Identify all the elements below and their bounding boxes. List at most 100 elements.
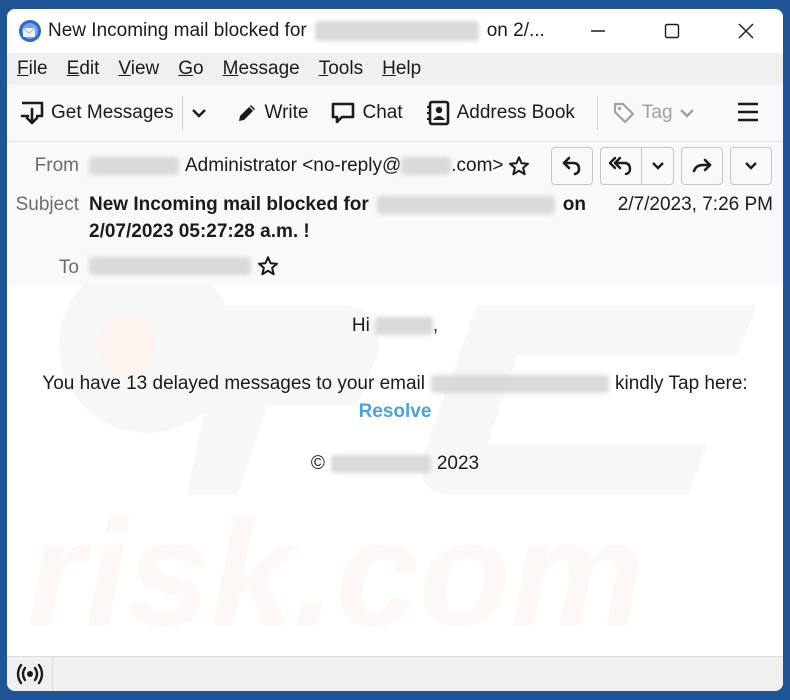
- menu-file-accel: F: [17, 58, 29, 79]
- chat-label: Chat: [362, 102, 403, 123]
- tag-button[interactable]: Tag: [612, 101, 701, 125]
- link-row: Resolve: [7, 395, 783, 423]
- copyright-symbol: ©: [310, 453, 325, 474]
- tag-label: Tag: [641, 102, 673, 123]
- redacted-recipient-email[interactable]: [89, 257, 251, 275]
- redacted-email: [314, 21, 479, 41]
- menu-message-accel: M: [222, 58, 239, 79]
- chevron-down-icon: [651, 162, 664, 170]
- menu-help[interactable]: Help: [382, 58, 421, 80]
- reply-button[interactable]: [551, 147, 593, 185]
- menu-message[interactable]: Message: [223, 58, 300, 80]
- menu-edit[interactable]: Edit: [67, 58, 100, 80]
- redacted-sender-name: [89, 157, 179, 175]
- title-suffix: on 2/...: [486, 20, 545, 41]
- from-label: From: [34, 155, 79, 176]
- menu-view-accel: V: [118, 58, 131, 79]
- address-book-label: Address Book: [456, 102, 575, 123]
- get-messages-button[interactable]: Get Messages: [19, 100, 174, 126]
- menu-message-label: essage: [238, 58, 300, 79]
- more-actions-button[interactable]: [730, 147, 772, 185]
- menu-go[interactable]: Go: [178, 58, 203, 80]
- app-menu-button[interactable]: [737, 102, 759, 128]
- watermark-text: risk.com: [27, 489, 644, 657]
- thunderbird-app-icon: [19, 20, 41, 42]
- message-header: From Administrator <no-reply@ .com> Subj…: [7, 142, 783, 287]
- get-messages-label: Get Messages: [51, 102, 174, 123]
- redacted-sender-domain: [401, 157, 452, 175]
- subject-line2: 2/07/2023 05:27:28 a.m. !: [89, 221, 310, 242]
- window-controls: [561, 9, 783, 53]
- menu-view[interactable]: View: [118, 58, 159, 80]
- resolve-link[interactable]: Resolve: [359, 401, 432, 422]
- menu-edit-label: dit: [79, 58, 100, 79]
- reply-all-dropdown[interactable]: [641, 148, 673, 184]
- toolbar-divider: [181, 96, 183, 130]
- copyright-year: 2023: [436, 453, 480, 474]
- menu-tools[interactable]: Tools: [319, 58, 363, 80]
- menu-help-accel: H: [382, 58, 396, 79]
- tag-icon: [613, 102, 635, 124]
- write-button[interactable]: Write: [235, 101, 309, 125]
- thunderbird-window: New Incoming mail blocked for on 2/... F…: [7, 9, 783, 691]
- greeting: Hi ,: [7, 285, 783, 337]
- menu-edit-accel: E: [66, 58, 80, 79]
- chevron-down-icon: [745, 162, 757, 170]
- minimize-button[interactable]: [561, 9, 635, 53]
- message-action-buttons: [544, 147, 772, 185]
- online-broadcast-icon: [16, 663, 43, 685]
- redacted-username: [374, 317, 433, 335]
- greeting-text: Hi: [351, 315, 370, 336]
- redacted-email-address: [430, 375, 609, 393]
- star-icon[interactable]: [508, 155, 530, 177]
- address-book-icon: [426, 100, 449, 126]
- message-body: risk.com Hi , You have 13 delayed messag…: [7, 285, 783, 657]
- menu-go-label: o: [193, 58, 204, 79]
- message-text-prefix: You have 13 delayed messages to your ema…: [42, 373, 425, 394]
- get-messages-dropdown[interactable]: [191, 105, 213, 121]
- menu-tools-label: ools: [328, 58, 364, 79]
- subject-value: New Incoming mail blocked for on 2/07/20…: [89, 191, 586, 245]
- title-prefix: New Incoming mail blocked for: [48, 20, 307, 41]
- write-label: Write: [264, 102, 309, 123]
- reply-all-icon: [608, 156, 632, 176]
- close-button[interactable]: [709, 9, 783, 53]
- status-bar: [7, 656, 783, 691]
- reply-all-button[interactable]: [600, 147, 674, 185]
- main-toolbar: Get Messages Write Chat Address Book Tag: [7, 85, 783, 142]
- message-text-suffix: kindly Tap here:: [614, 373, 748, 394]
- menu-file[interactable]: File: [17, 58, 48, 80]
- forward-button[interactable]: [681, 147, 723, 185]
- redacted-domain: [330, 455, 431, 473]
- menu-view-label: iew: [130, 58, 160, 79]
- menu-tools-accel: T: [318, 58, 329, 79]
- minimize-icon: [591, 30, 605, 32]
- reply-all-main[interactable]: [601, 148, 641, 184]
- subject-line1-prefix: New Incoming mail blocked for: [89, 194, 369, 215]
- chat-bubble-icon: [332, 102, 355, 124]
- menu-go-accel: G: [178, 58, 194, 79]
- to-label: To: [58, 257, 79, 278]
- redacted-recipient: [376, 195, 555, 214]
- email-content: Hi , You have 13 delayed messages to you…: [7, 285, 783, 475]
- star-icon[interactable]: [257, 255, 279, 277]
- subject-label: Subject: [15, 194, 79, 215]
- menu-file-label: ile: [28, 58, 48, 79]
- from-domain: .com>: [451, 155, 504, 176]
- toolbar-divider: [596, 96, 598, 130]
- maximize-icon: [664, 23, 680, 39]
- maximize-button[interactable]: [635, 9, 709, 53]
- from-name[interactable]: Administrator <no-reply@: [185, 155, 401, 177]
- subject-line1-suffix: on: [562, 194, 586, 215]
- address-book-button[interactable]: Address Book: [425, 100, 575, 126]
- message-date: 2/7/2023, 7:26 PM: [617, 194, 773, 215]
- download-inbox-icon: [20, 101, 44, 125]
- chevron-down-icon: [679, 109, 694, 118]
- online-status-button[interactable]: [7, 657, 53, 691]
- to-value: [89, 255, 279, 277]
- message-paragraph: You have 13 delayed messages to your ema…: [7, 337, 783, 395]
- chat-button[interactable]: Chat: [330, 101, 403, 125]
- copyright: © 2023: [7, 423, 783, 475]
- chevron-down-icon: [191, 109, 206, 118]
- pencil-icon: [238, 105, 255, 121]
